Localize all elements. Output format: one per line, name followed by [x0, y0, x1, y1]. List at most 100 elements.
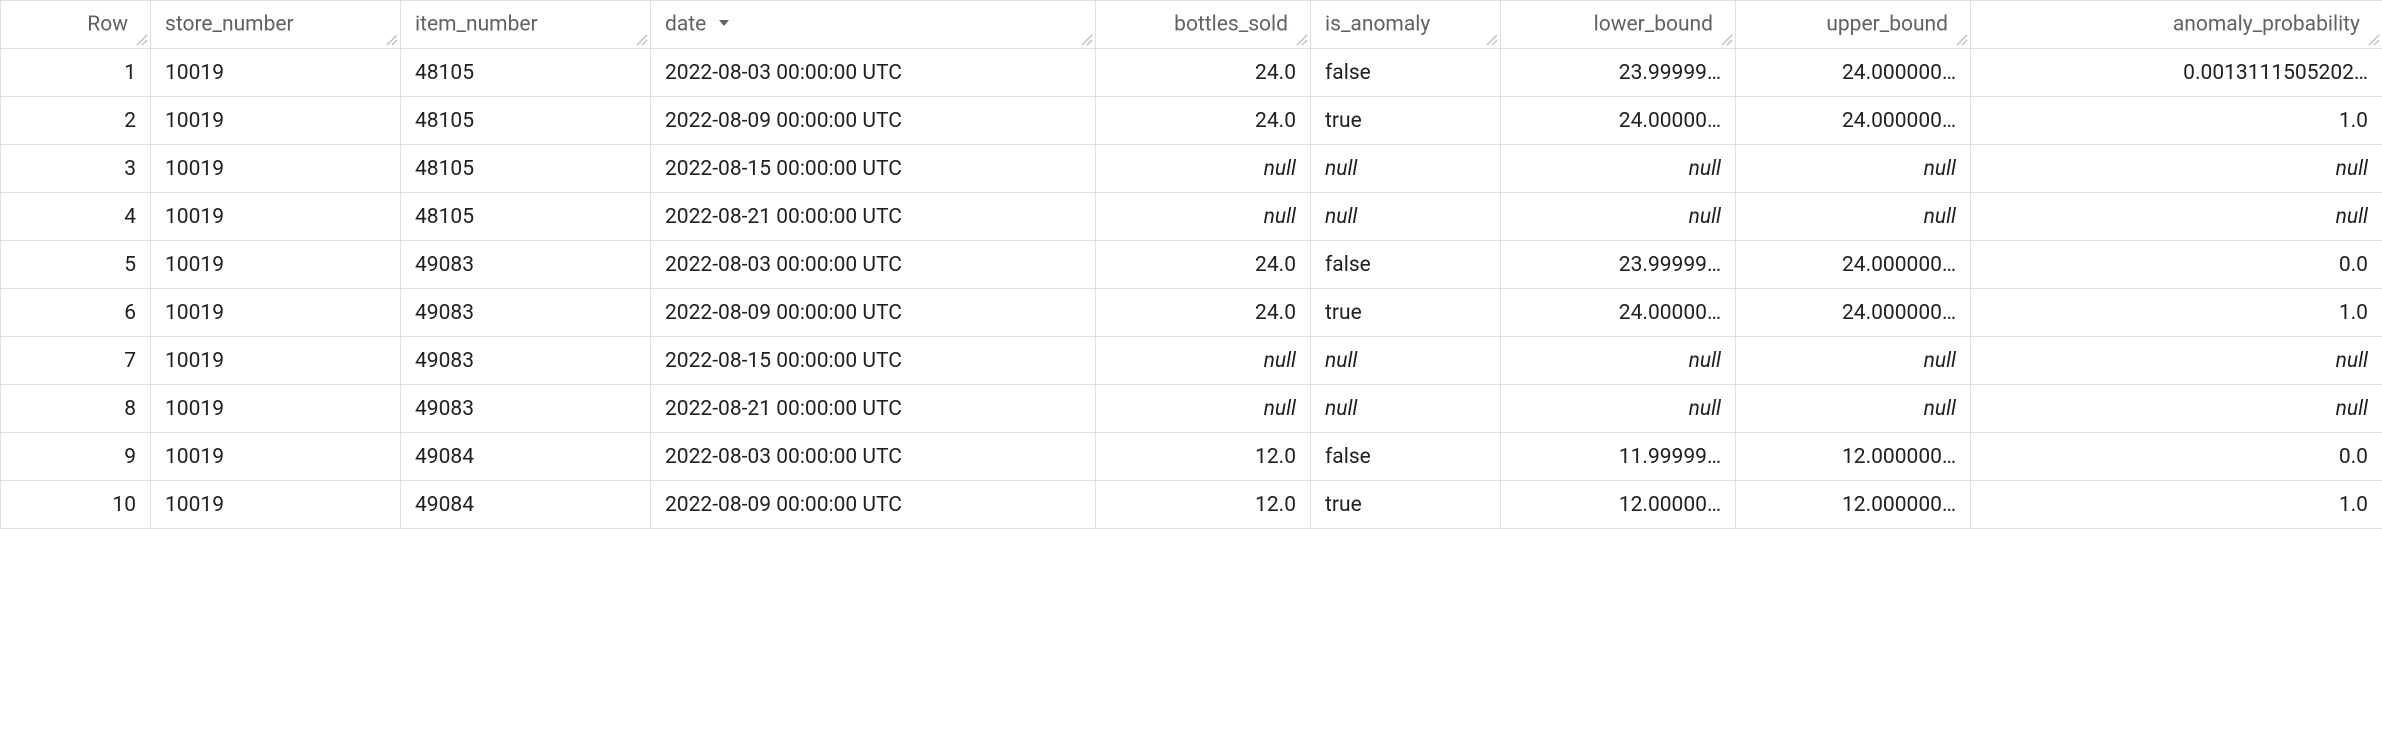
column-header-label: bottles_sold	[1174, 13, 1288, 37]
cell-lower_bound: 23.99999…	[1501, 241, 1736, 289]
table-row: 410019481052022-08-21 00:00:00 UTCnullnu…	[1, 193, 2382, 241]
column-header-is_anomaly[interactable]: is_anomaly	[1311, 1, 1501, 49]
column-header-row: Row	[1, 1, 151, 49]
column-header-lower_bound[interactable]: lower_bound	[1501, 1, 1736, 49]
cell-store_number: 10019	[151, 145, 401, 193]
cell-store_number: 10019	[151, 433, 401, 481]
cell-lower_bound: null	[1501, 385, 1736, 433]
column-header-label: store_number	[165, 13, 294, 37]
cell-is_anomaly: false	[1311, 49, 1501, 97]
cell-store_number: 10019	[151, 385, 401, 433]
column-resize-handle-icon[interactable]	[134, 32, 148, 46]
cell-lower_bound: 11.99999…	[1501, 433, 1736, 481]
table-row: 310019481052022-08-15 00:00:00 UTCnullnu…	[1, 145, 2382, 193]
cell-store_number: 10019	[151, 481, 401, 529]
cell-date: 2022-08-21 00:00:00 UTC	[651, 193, 1096, 241]
cell-upper_bound: 24.000000…	[1736, 49, 1971, 97]
column-header-item_number[interactable]: item_number	[401, 1, 651, 49]
row-number-cell: 3	[1, 145, 151, 193]
column-resize-handle-icon[interactable]	[1484, 32, 1498, 46]
cell-bottles_sold: 12.0	[1096, 481, 1311, 529]
column-header-anomaly_probability[interactable]: anomaly_probability	[1971, 1, 2382, 49]
cell-anomaly_probability: null	[1971, 145, 2382, 193]
cell-anomaly_probability: 0.0013111505202…	[1971, 49, 2382, 97]
cell-bottles_sold: null	[1096, 145, 1311, 193]
column-header-label: is_anomaly	[1325, 13, 1430, 37]
table-row: 610019490832022-08-09 00:00:00 UTC24.0tr…	[1, 289, 2382, 337]
cell-lower_bound: null	[1501, 193, 1736, 241]
cell-upper_bound: 24.000000…	[1736, 97, 1971, 145]
table-row: 710019490832022-08-15 00:00:00 UTCnullnu…	[1, 337, 2382, 385]
row-number-cell: 1	[1, 49, 151, 97]
row-number-cell: 6	[1, 289, 151, 337]
column-resize-handle-icon[interactable]	[2366, 32, 2380, 46]
table-row: 210019481052022-08-09 00:00:00 UTC24.0tr…	[1, 97, 2382, 145]
cell-date: 2022-08-09 00:00:00 UTC	[651, 289, 1096, 337]
cell-store_number: 10019	[151, 49, 401, 97]
cell-item_number: 49083	[401, 241, 651, 289]
cell-anomaly_probability: 1.0	[1971, 289, 2382, 337]
row-number-cell: 2	[1, 97, 151, 145]
cell-lower_bound: 24.00000…	[1501, 97, 1736, 145]
sort-descending-icon	[716, 13, 732, 37]
cell-is_anomaly: true	[1311, 289, 1501, 337]
table-row: 110019481052022-08-03 00:00:00 UTC24.0fa…	[1, 49, 2382, 97]
cell-item_number: 49084	[401, 481, 651, 529]
cell-item_number: 49084	[401, 433, 651, 481]
cell-date: 2022-08-15 00:00:00 UTC	[651, 337, 1096, 385]
column-header-bottles_sold[interactable]: bottles_sold	[1096, 1, 1311, 49]
column-resize-handle-icon[interactable]	[1719, 32, 1733, 46]
column-resize-handle-icon[interactable]	[1294, 32, 1308, 46]
table-row: 1010019490842022-08-09 00:00:00 UTC12.0t…	[1, 481, 2382, 529]
cell-bottles_sold: 24.0	[1096, 241, 1311, 289]
cell-bottles_sold: 12.0	[1096, 433, 1311, 481]
column-header-upper_bound[interactable]: upper_bound	[1736, 1, 1971, 49]
column-header-label: upper_bound	[1826, 13, 1948, 37]
column-resize-handle-icon[interactable]	[634, 32, 648, 46]
column-resize-handle-icon[interactable]	[1079, 32, 1093, 46]
cell-anomaly_probability: 1.0	[1971, 97, 2382, 145]
cell-is_anomaly: null	[1311, 385, 1501, 433]
cell-is_anomaly: true	[1311, 481, 1501, 529]
row-number-cell: 7	[1, 337, 151, 385]
cell-item_number: 48105	[401, 97, 651, 145]
cell-is_anomaly: null	[1311, 145, 1501, 193]
row-number-cell: 4	[1, 193, 151, 241]
cell-bottles_sold: 24.0	[1096, 97, 1311, 145]
column-header-date[interactable]: date	[651, 1, 1096, 49]
cell-store_number: 10019	[151, 193, 401, 241]
cell-bottles_sold: 24.0	[1096, 49, 1311, 97]
cell-store_number: 10019	[151, 241, 401, 289]
cell-lower_bound: null	[1501, 145, 1736, 193]
cell-date: 2022-08-09 00:00:00 UTC	[651, 481, 1096, 529]
cell-is_anomaly: false	[1311, 433, 1501, 481]
cell-item_number: 48105	[401, 193, 651, 241]
column-header-label: date	[665, 13, 706, 37]
column-resize-handle-icon[interactable]	[384, 32, 398, 46]
cell-date: 2022-08-15 00:00:00 UTC	[651, 145, 1096, 193]
cell-upper_bound: null	[1736, 385, 1971, 433]
cell-lower_bound: 23.99999…	[1501, 49, 1736, 97]
cell-lower_bound: 12.00000…	[1501, 481, 1736, 529]
column-header-label: lower_bound	[1594, 13, 1713, 37]
column-resize-handle-icon[interactable]	[1954, 32, 1968, 46]
row-number-cell: 8	[1, 385, 151, 433]
cell-date: 2022-08-03 00:00:00 UTC	[651, 241, 1096, 289]
cell-is_anomaly: null	[1311, 337, 1501, 385]
cell-anomaly_probability: null	[1971, 193, 2382, 241]
cell-anomaly_probability: 0.0	[1971, 433, 2382, 481]
cell-date: 2022-08-03 00:00:00 UTC	[651, 49, 1096, 97]
cell-is_anomaly: true	[1311, 97, 1501, 145]
column-header-label: Row	[87, 13, 128, 37]
cell-bottles_sold: null	[1096, 193, 1311, 241]
row-number-cell: 9	[1, 433, 151, 481]
cell-item_number: 49083	[401, 289, 651, 337]
table-header-row: Row store_number item_number date bottles_so…	[1, 1, 2382, 49]
results-table: Row store_number item_number date bottles_so…	[0, 0, 2382, 529]
column-header-store_number[interactable]: store_number	[151, 1, 401, 49]
cell-upper_bound: 12.000000…	[1736, 481, 1971, 529]
cell-upper_bound: null	[1736, 337, 1971, 385]
cell-store_number: 10019	[151, 289, 401, 337]
table-row: 510019490832022-08-03 00:00:00 UTC24.0fa…	[1, 241, 2382, 289]
cell-upper_bound: null	[1736, 145, 1971, 193]
